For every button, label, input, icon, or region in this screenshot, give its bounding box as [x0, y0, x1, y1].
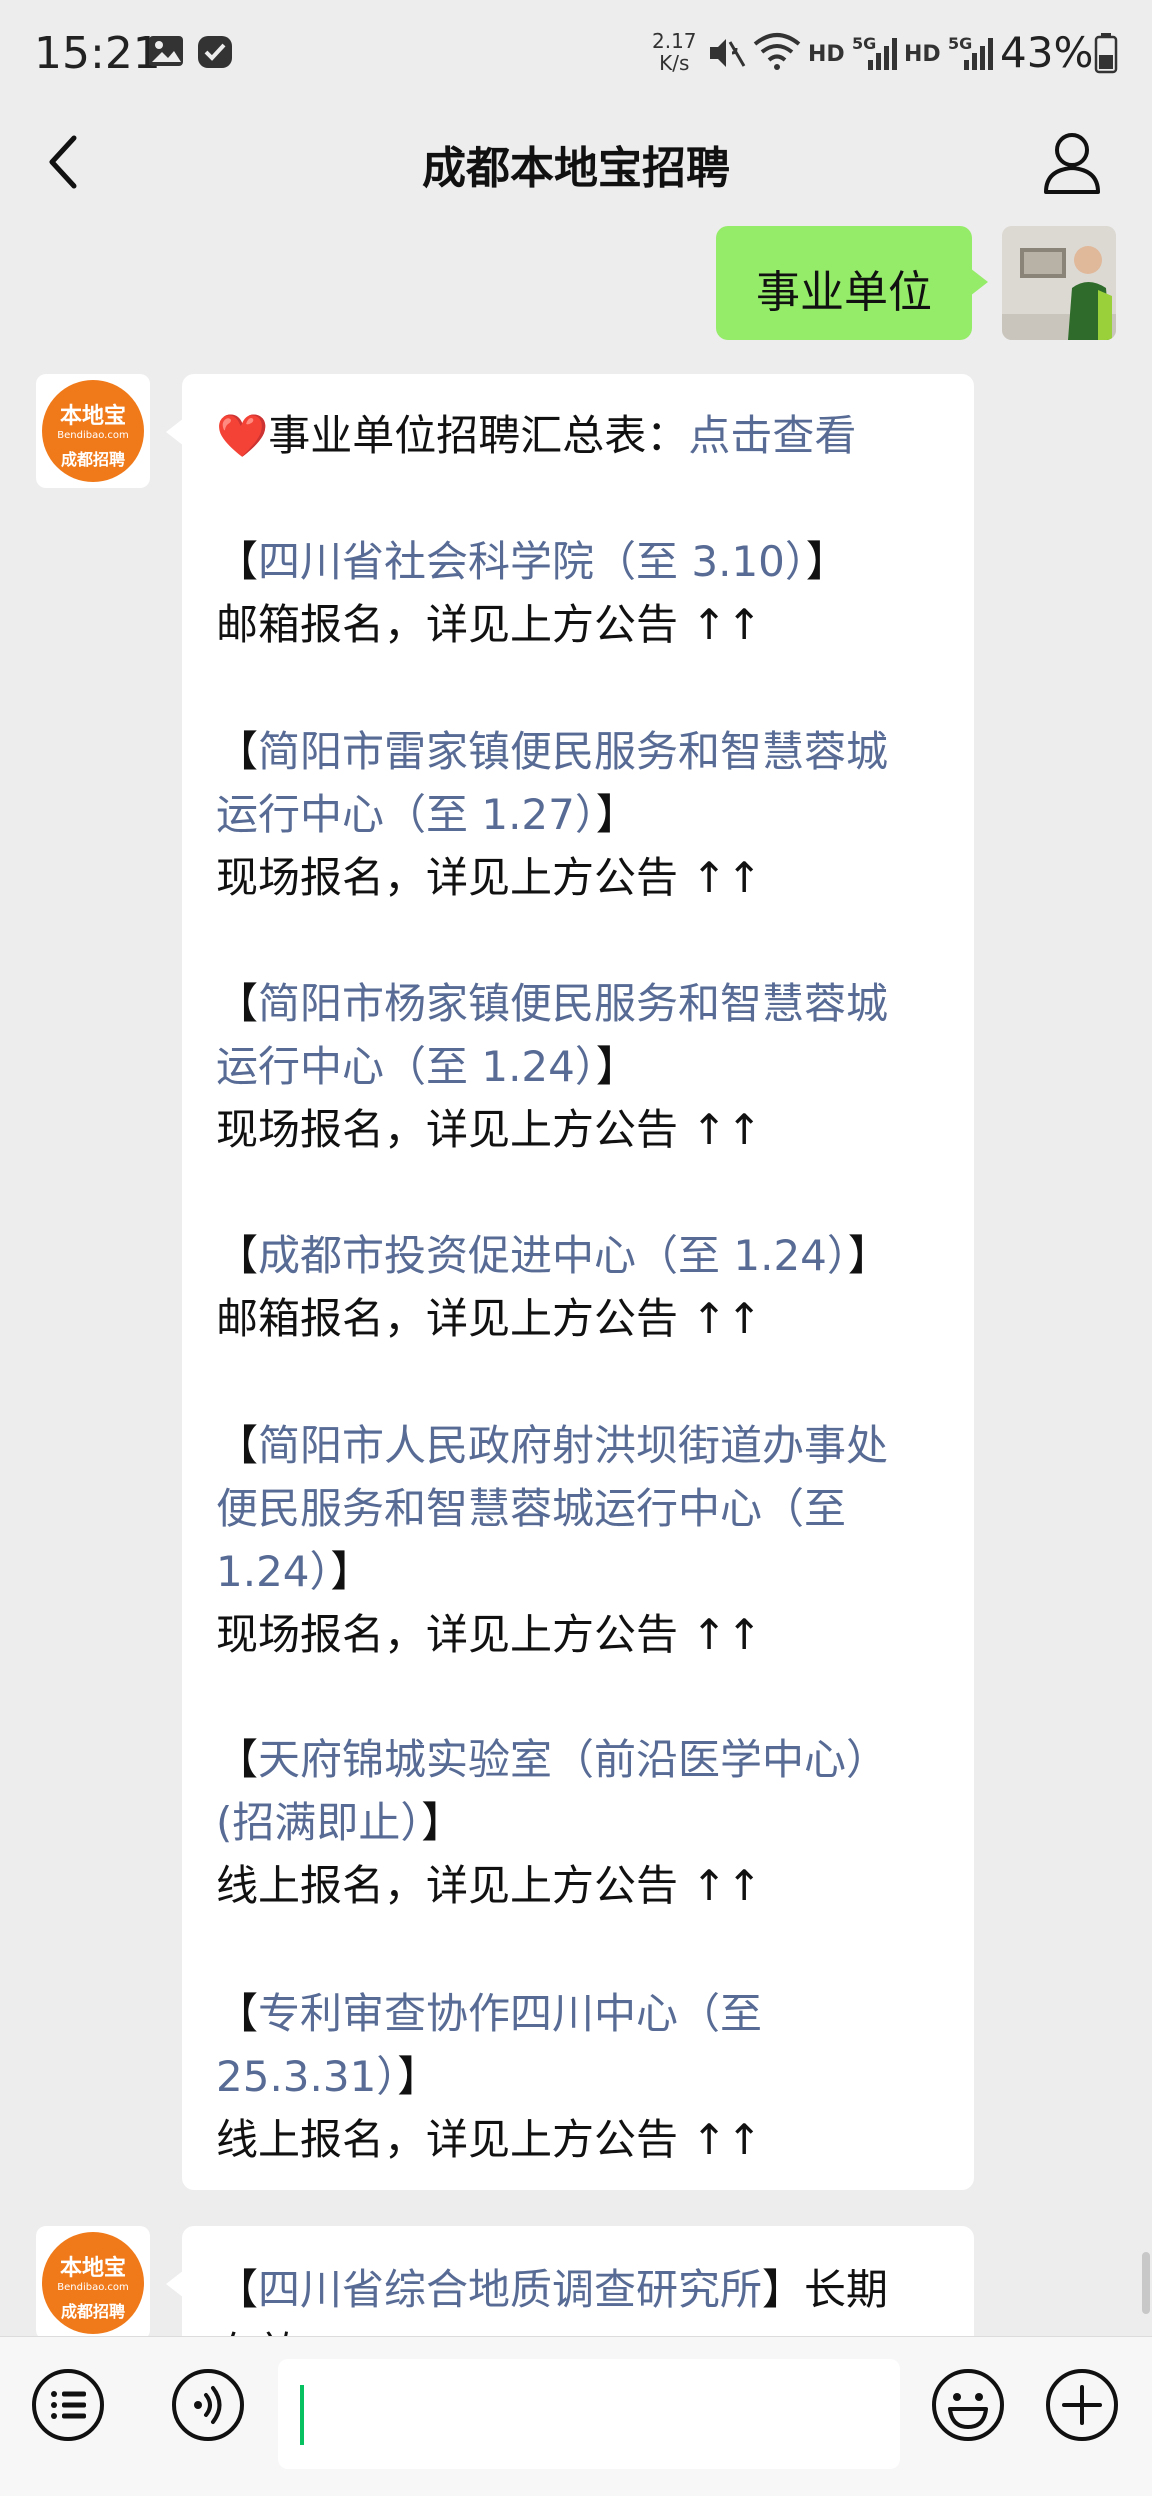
- page-title: 成都本地宝招聘: [422, 143, 730, 194]
- entry-note: 现场报名，详见上方公告 ↑↑: [216, 853, 762, 902]
- entry-title-line: 【简阳市杨家镇便民服务和智慧蓉城: [216, 979, 889, 1028]
- entry-link[interactable]: 运行中心（至 1.27）: [216, 790, 596, 839]
- user-avatar-image: [1002, 226, 1116, 340]
- entry-title-line: 【成都市投资促进中心（至 1.24）】: [216, 1231, 890, 1280]
- entry-note: 现场报名，详见上方公告 ↑↑: [216, 1105, 762, 1154]
- entry-title-line: 运行中心（至 1.24）】: [216, 1035, 936, 1098]
- user-avatar[interactable]: [1002, 226, 1116, 340]
- entry-note: 邮箱报名，详见上方公告 ↑↑: [216, 1294, 762, 1343]
- app-check-icon: [198, 36, 232, 68]
- sent-message-text: 事业单位: [756, 267, 932, 318]
- hd-label-2: HD: [904, 42, 941, 67]
- entry-title-line: 25.3.31）】: [216, 2045, 936, 2108]
- job-entry: 【简阳市雷家镇便民服务和智慧蓉城 运行中心（至 1.27）】 现场报名，详见上方…: [216, 720, 936, 909]
- entry-title-line: (招满即止）】: [216, 1791, 936, 1854]
- entry-title-line: 便民服务和智慧蓉城运行中心（至: [216, 1477, 936, 1540]
- entry-link[interactable]: 成都市投资促进中心（至 1.24）: [258, 1231, 848, 1280]
- net-speed-value: 2.17: [652, 29, 697, 53]
- entry-close: 】: [330, 1547, 373, 1596]
- entry-link[interactable]: 便民服务和智慧蓉城运行中心（至: [216, 1484, 846, 1533]
- entry-link[interactable]: 四川省社会科学院（至 3.10）: [258, 537, 806, 586]
- reply-bubble[interactable]: ❤️事业单位招聘汇总表：点击查看 【四川省社会科学院（至 3.10）】 邮箱报名…: [166, 374, 974, 2190]
- entry-title-line: 【简阳市雷家镇便民服务和智慧蓉城: [216, 727, 889, 776]
- entry-title-line: 【专利审查协作四川中心（至: [216, 1989, 763, 2038]
- entry-close: 】: [397, 2052, 440, 2101]
- entry-link[interactable]: 天府锦城实验室（前沿医学中心）: [258, 1735, 888, 1784]
- summary-line: ❤️事业单位招聘汇总表：点击查看: [216, 404, 936, 467]
- entry-note: 线上报名，详见上方公告 ↑↑: [216, 1861, 762, 1910]
- bot-avatar-2[interactable]: 本地宝 Bendibao.com 成都招聘: [36, 2226, 150, 2340]
- signal-icon-2: [964, 38, 993, 70]
- status-time: 15:21: [34, 28, 161, 79]
- entry-title-line: 1.24）】: [216, 1540, 936, 1603]
- logo-text-top: 本地宝: [59, 404, 126, 429]
- entry-link[interactable]: 运行中心（至 1.24）: [216, 1042, 596, 1091]
- entry-note: 邮箱报名，详见上方公告 ↑↑: [216, 600, 762, 649]
- emoji-icon[interactable]: [930, 2367, 1006, 2443]
- entry-note: 线上报名，详见上方公告 ↑↑: [216, 2115, 762, 2164]
- entry-link[interactable]: 四川省综合地质调查研究所: [258, 2265, 762, 2314]
- sent-message-bubble[interactable]: 事业单位: [716, 226, 988, 340]
- net-speed: 2.17 K/s: [652, 30, 697, 74]
- plus-icon[interactable]: [1044, 2367, 1120, 2443]
- battery-icon: [1094, 33, 1118, 74]
- entry-close: 】: [762, 2265, 805, 2314]
- summary-link[interactable]: 点击查看: [688, 411, 856, 460]
- entry-close: 】: [805, 537, 848, 586]
- heart-icon: ❤️: [216, 411, 269, 460]
- message-input[interactable]: [278, 2359, 900, 2469]
- job-entry: 【简阳市杨家镇便民服务和智慧蓉城 运行中心（至 1.24）】 现场报名，详见上方…: [216, 972, 936, 1161]
- entry-title-line: 运行中心（至 1.27）】: [216, 783, 936, 846]
- entry-link[interactable]: (招满即止）: [216, 1798, 421, 1847]
- entry-link[interactable]: 简阳市人民政府射洪坝街道办事处: [258, 1421, 888, 1470]
- entry-link[interactable]: 简阳市雷家镇便民服务和智慧蓉城: [258, 727, 888, 776]
- logo-text-top: 本地宝: [59, 2256, 126, 2281]
- entry-title-line: 【四川省社会科学院（至 3.10）】: [216, 537, 848, 586]
- summary-label: 事业单位招聘汇总表：: [268, 411, 689, 460]
- entry-note: 现场报名，详见上方公告 ↑↑: [216, 1610, 762, 1659]
- nav-bar: 成都本地宝招聘: [0, 108, 1152, 220]
- gallery-icon: [149, 36, 183, 66]
- entry-close: 】: [595, 1042, 638, 1091]
- voice-icon[interactable]: [170, 2367, 246, 2443]
- entry-link[interactable]: 1.24）: [216, 1547, 331, 1596]
- logo-text-bottom: 成都招聘: [60, 450, 125, 469]
- entry-title-line: 【四川省综合地质调查研究所】长期: [216, 2265, 889, 2314]
- wifi-icon: [753, 33, 801, 70]
- entry-close: 】: [421, 1798, 464, 1847]
- profile-icon[interactable]: [1040, 128, 1104, 198]
- entry-link[interactable]: 专利审查协作四川中心（至: [258, 1989, 762, 2038]
- signal-icon: [868, 38, 897, 70]
- input-bar: [0, 2336, 1152, 2496]
- battery-percent: 43%: [1000, 28, 1094, 77]
- hd-label: HD: [808, 42, 845, 67]
- entry-suffix: 长期: [804, 2265, 889, 2314]
- net-speed-unit: K/s: [659, 51, 690, 75]
- job-entry: 【四川省社会科学院（至 3.10）】 邮箱报名，详见上方公告 ↑↑: [216, 530, 936, 656]
- entry-link[interactable]: 简阳市杨家镇便民服务和智慧蓉城: [258, 979, 888, 1028]
- text-caret: [300, 2385, 304, 2445]
- logo-text-bottom: 成都招聘: [60, 2302, 125, 2321]
- entry-close: 】: [847, 1231, 890, 1280]
- bot-avatar[interactable]: 本地宝 Bendibao.com 成都招聘: [36, 374, 150, 488]
- job-entry: 【简阳市人民政府射洪坝街道办事处 便民服务和智慧蓉城运行中心（至 1.24）】 …: [216, 1414, 936, 1666]
- scrollbar-thumb[interactable]: [1142, 2252, 1150, 2314]
- job-entry: 【天府锦城实验室（前沿医学中心） (招满即止）】 线上报名，详见上方公告 ↑↑: [216, 1728, 936, 1917]
- job-entry: 【成都市投资促进中心（至 1.24）】 邮箱报名，详见上方公告 ↑↑: [216, 1224, 936, 1350]
- job-entry: 【专利审查协作四川中心（至 25.3.31）】 线上报名，详见上方公告 ↑↑: [216, 1982, 936, 2171]
- logo-text-mid: Bendibao.com: [57, 2282, 129, 2293]
- logo-text-mid: Bendibao.com: [57, 430, 129, 441]
- mute-icon: [710, 39, 746, 67]
- entry-title-line: 【天府锦城实验室（前沿医学中心）: [216, 1735, 889, 1784]
- entry-link[interactable]: 25.3.31）: [216, 2052, 397, 2101]
- entry-close: 】: [595, 790, 638, 839]
- status-bar: 15:21 2.17 K/s HD 5G HD 5G 43%: [0, 0, 1152, 108]
- menu-list-icon[interactable]: [30, 2367, 106, 2443]
- entry-title-line: 【简阳市人民政府射洪坝街道办事处: [216, 1421, 889, 1470]
